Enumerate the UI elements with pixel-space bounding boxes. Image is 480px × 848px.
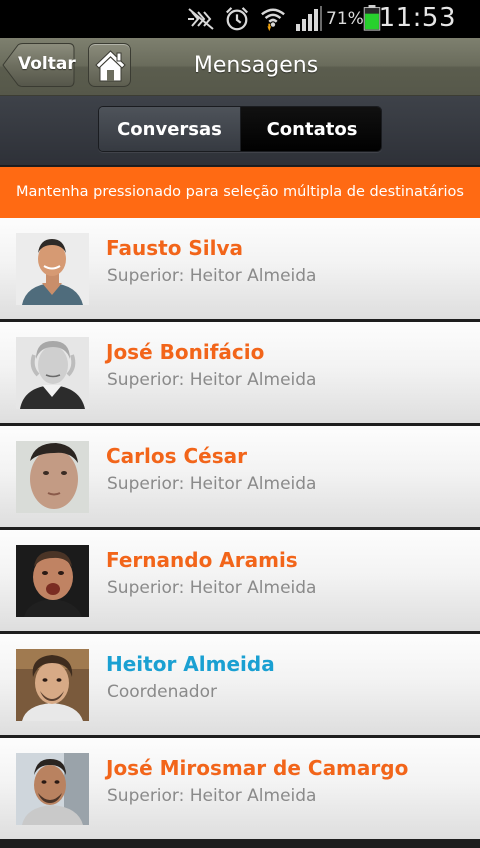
tab-group: Conversas Contatos: [98, 106, 382, 152]
hint-banner: Mantenha pressionado para seleção múltip…: [0, 167, 480, 218]
contact-item[interactable]: Heitor Almeida Coordenador: [0, 634, 480, 735]
contact-list[interactable]: Fausto Silva Superior: Heitor Almeida Jo…: [0, 218, 480, 848]
contact-role: Superior: Heitor Almeida: [107, 786, 317, 806]
contact-name: José Mirosmar de Camargo: [106, 756, 409, 780]
avatar: [16, 337, 89, 409]
avatar: [16, 753, 89, 825]
battery-percent: 71%: [326, 9, 364, 29]
signal-icon: [296, 6, 322, 31]
contact-role: Superior: Heitor Almeida: [107, 578, 317, 598]
alarm-icon: [225, 7, 249, 31]
contact-name: Fernando Aramis: [106, 548, 298, 572]
contact-item[interactable]: José Bonifácio Superior: Heitor Almeida: [0, 322, 480, 423]
avatar: [16, 233, 89, 305]
mute-icon: [188, 8, 214, 30]
contact-item[interactable]: Carlos César Superior: Heitor Almeida: [0, 426, 480, 527]
contact-name: Carlos César: [106, 444, 248, 468]
segment-bar: Conversas Contatos: [0, 96, 480, 166]
contact-item[interactable]: Fernando Aramis Superior: Heitor Almeida: [0, 530, 480, 631]
title-bar: Voltar Mensagens: [0, 38, 480, 96]
contact-name: José Bonifácio: [106, 340, 265, 364]
contact-role: Coordenador: [107, 682, 217, 702]
app-screen: 71% 11:53 Voltar Mensagens Conversas Con…: [0, 0, 480, 848]
tab-conversas[interactable]: Conversas: [99, 107, 241, 151]
contact-name: Fausto Silva: [106, 236, 244, 260]
avatar: [16, 649, 89, 721]
contact-role: Superior: Heitor Almeida: [107, 266, 317, 286]
avatar: [16, 441, 89, 513]
contact-item[interactable]: José Mirosmar de Camargo Superior: Heito…: [0, 738, 480, 839]
status-bar: 71% 11:53: [0, 0, 480, 38]
contact-item[interactable]: Fausto Silva Superior: Heitor Almeida: [0, 218, 480, 319]
clock: 11:53: [378, 3, 456, 33]
avatar: [16, 545, 89, 617]
wifi-icon: [261, 8, 285, 32]
page-title-text: Mensagens: [193, 53, 319, 78]
page-title: Mensagens: [0, 53, 480, 78]
contact-name: Heitor Almeida: [106, 652, 275, 676]
contact-role: Superior: Heitor Almeida: [107, 474, 317, 494]
contact-role: Superior: Heitor Almeida: [107, 370, 317, 390]
tab-contatos[interactable]: Contatos: [241, 107, 381, 151]
